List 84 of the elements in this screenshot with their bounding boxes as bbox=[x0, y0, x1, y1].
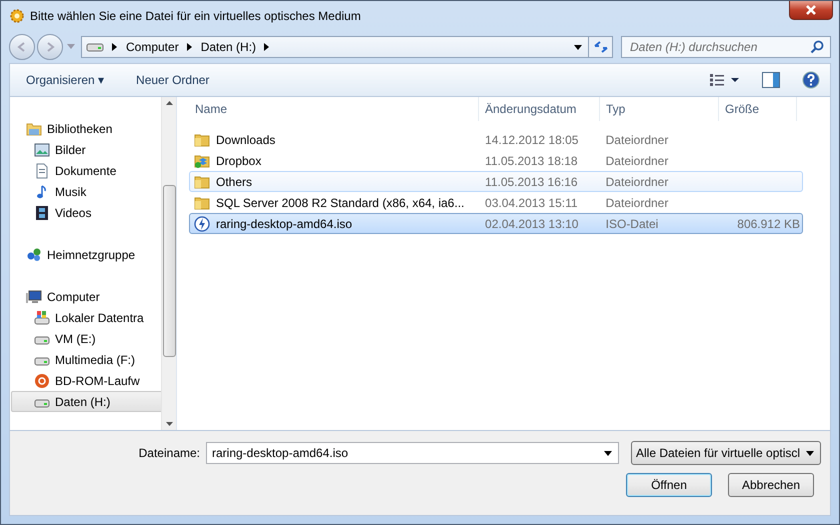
toolbar-button[interactable]: Organisieren ▾ bbox=[18, 69, 112, 91]
table-cell-text: ISO-Datei bbox=[604, 216, 660, 230]
sidebar-item[interactable]: Multimedia (F:) bbox=[11, 349, 161, 370]
column-header[interactable]: Typ bbox=[600, 97, 719, 121]
sidebar-item[interactable]: Bilder bbox=[11, 139, 161, 160]
refresh-button[interactable] bbox=[589, 36, 613, 58]
preview-pane-icon[interactable] bbox=[762, 72, 780, 88]
close-icon bbox=[804, 5, 818, 15]
close-button[interactable] bbox=[789, 1, 833, 20]
folder-icon bbox=[194, 152, 210, 168]
file-row[interactable]: SQL Server 2008 R2 Standard (x86, x64, ia6... 03.04.2013 15:11 Dateiordner bbox=[189, 192, 803, 213]
lightning-disc-icon bbox=[194, 216, 210, 232]
column-header[interactable]: Name bbox=[189, 97, 479, 121]
field-label: Dateiname: bbox=[138, 446, 201, 460]
toolbar-button[interactable]: Neuer Ordner bbox=[128, 69, 218, 91]
documents-icon bbox=[34, 162, 50, 178]
window-title: Bitte wählen Sie eine Datei für ein virtuelles optisches Medium bbox=[30, 9, 361, 23]
table-cell: 806.912 KB bbox=[737, 216, 800, 230]
address-bar[interactable]: Computer Daten (H:) bbox=[81, 36, 589, 58]
file-row[interactable]: raring-desktop-amd64.iso 02.04.2013 13:10 ISO-Datei 806.912 KB bbox=[189, 213, 803, 234]
library-icon bbox=[26, 120, 42, 136]
caret-icon bbox=[574, 44, 582, 50]
sidebar-item[interactable]: VM (E:) bbox=[11, 328, 161, 349]
file-type-dropdown[interactable]: Alle Dateien für virtuelle optiscl bbox=[631, 441, 821, 465]
sidebar-item[interactable]: Lokaler Datentra bbox=[11, 307, 161, 328]
cancel-button[interactable]: Abbrechen bbox=[728, 473, 814, 497]
file-name: SQL Server 2008 R2 Standard (x86, x64, ia6... bbox=[216, 196, 464, 210]
sidebar-item[interactable]: BD-ROM-Laufw bbox=[11, 370, 161, 391]
table-cell-text: 14.12.2012 18:05 bbox=[484, 132, 580, 146]
search-icon bbox=[810, 40, 824, 54]
homegroup-icon bbox=[26, 246, 42, 262]
caret-icon bbox=[604, 450, 612, 456]
optical-drive-icon bbox=[34, 372, 50, 388]
view-options-icon[interactable] bbox=[710, 74, 740, 86]
refresh-icon bbox=[592, 40, 608, 54]
sidebar-item[interactable]: Musik bbox=[11, 181, 161, 202]
pictures-icon bbox=[34, 142, 50, 158]
table-cell-text: 11.05.2013 18:18 bbox=[484, 154, 579, 168]
sidebar-item[interactable]: Daten (H:) bbox=[11, 391, 161, 412]
filename-field[interactable]: raring-desktop-amd64.iso bbox=[206, 442, 619, 464]
breadcrumb-item[interactable]: Computer bbox=[126, 40, 179, 54]
caret-icon bbox=[806, 450, 814, 456]
chevron-icon bbox=[264, 43, 270, 51]
breadcrumb-item[interactable]: Daten (H:) bbox=[200, 40, 256, 54]
chevron-icon bbox=[112, 43, 118, 51]
table-cell-text: Dateiordner bbox=[604, 174, 670, 188]
chevron-icon bbox=[186, 43, 193, 51]
file-row[interactable]: Others 11.05.2013 16:16 Dateiordner bbox=[189, 171, 803, 192]
file-name: Others bbox=[216, 174, 252, 188]
sidebar-item[interactable]: Heimnetzgruppe bbox=[11, 244, 161, 265]
file-name: raring-desktop-amd64.iso bbox=[216, 216, 352, 230]
folder-icon bbox=[194, 132, 210, 148]
open-button[interactable]: Öffnen bbox=[626, 473, 712, 497]
file-name: Dropbox bbox=[216, 154, 262, 168]
file-row[interactable]: Downloads 14.12.2012 18:05 Dateiordner bbox=[189, 129, 803, 150]
gear-icon bbox=[9, 8, 25, 24]
videos-icon bbox=[34, 204, 50, 220]
search-field[interactable]: Daten (H:) durchsuchen bbox=[621, 36, 831, 58]
file-row[interactable]: Dropbox 11.05.2013 18:18 Dateiordner bbox=[189, 150, 803, 171]
search-input[interactable]: Daten (H:) durchsuchen bbox=[628, 39, 810, 55]
help-icon[interactable] bbox=[802, 71, 820, 89]
scroll-down-icon[interactable] bbox=[166, 422, 172, 426]
scroll-up-icon[interactable] bbox=[166, 101, 172, 105]
file-name: Downloads bbox=[216, 132, 276, 146]
folder-icon bbox=[194, 194, 210, 210]
sidebar-item[interactable]: Dokumente bbox=[11, 160, 161, 181]
table-cell-text: Dateiordner bbox=[604, 154, 670, 168]
table-cell-text: 02.04.2013 13:10 bbox=[484, 216, 580, 230]
table-cell-text: Dateiordner bbox=[604, 132, 670, 146]
drive-icon bbox=[86, 42, 104, 52]
column-header[interactable]: Größe bbox=[719, 97, 797, 121]
sidebar-item[interactable]: Bibliotheken bbox=[11, 118, 161, 139]
computer-icon bbox=[26, 288, 42, 304]
system-drive-icon bbox=[34, 310, 50, 326]
sidebar-item[interactable]: Videos bbox=[11, 202, 161, 223]
sidebar-item[interactable]: Computer bbox=[11, 286, 161, 307]
table-cell-text: 03.04.2013 15:11 bbox=[484, 196, 579, 210]
back-button[interactable] bbox=[9, 34, 35, 60]
table-cell-text: 11.05.2013 16:16 bbox=[484, 174, 579, 188]
forward-button[interactable] bbox=[37, 34, 63, 60]
folder-icon bbox=[194, 174, 210, 190]
table-cell-text: Dateiordner bbox=[604, 196, 670, 210]
scrollbar[interactable] bbox=[161, 97, 176, 430]
column-header[interactable]: Änderungsdatum bbox=[479, 97, 600, 121]
